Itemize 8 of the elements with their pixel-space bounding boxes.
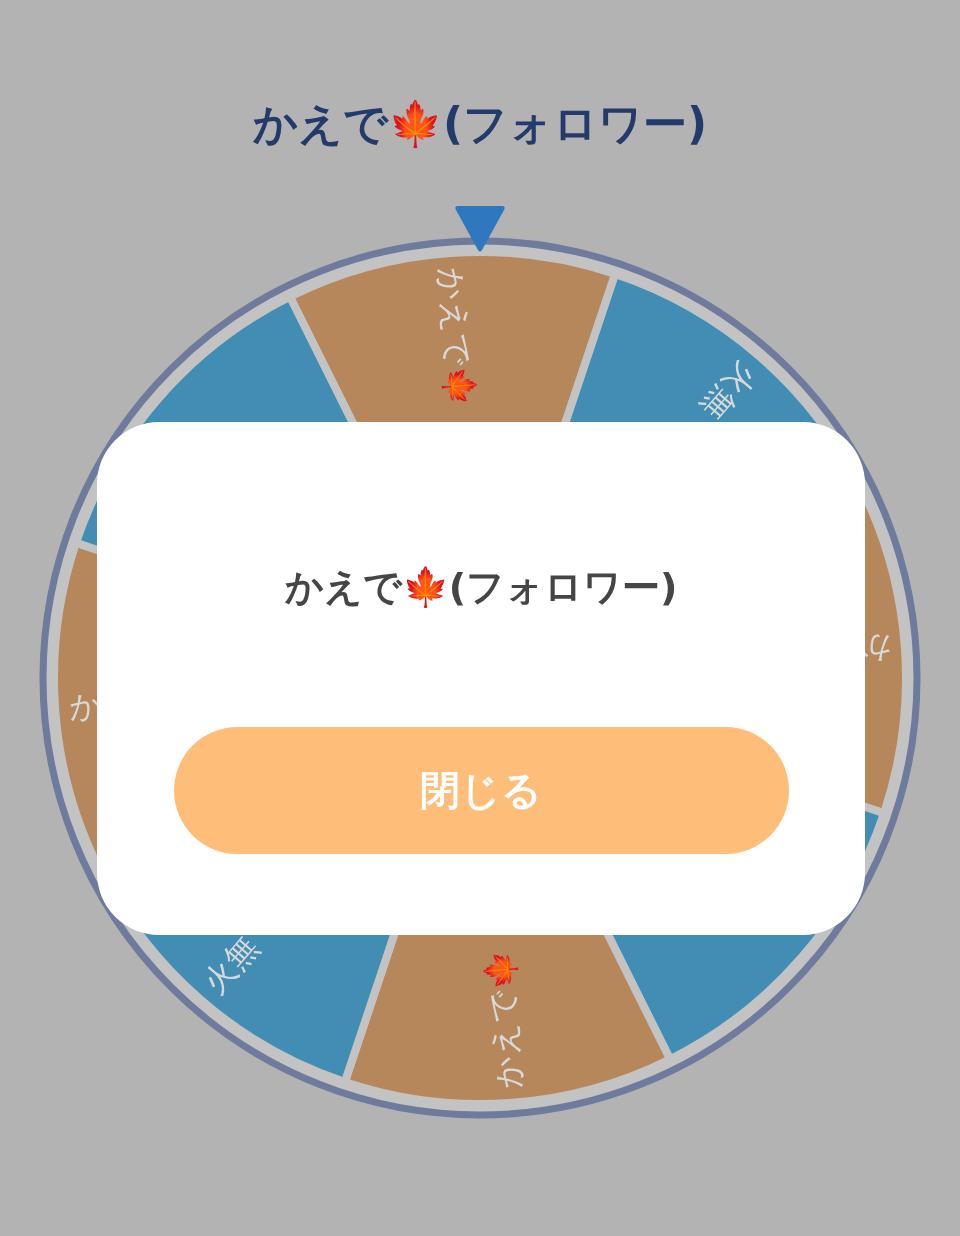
- segment-label: 火無: [693, 354, 765, 428]
- segment-label: かえで🍁: [480, 949, 528, 1091]
- segment-label: 火無: [195, 928, 267, 1002]
- result-title: かえで🍁(フォロワー): [252, 97, 708, 151]
- close-button[interactable]: 閉じる: [173, 727, 789, 854]
- pointer-icon: [455, 206, 505, 252]
- segment-label: かえで🍁: [432, 265, 480, 407]
- result-text: かえで🍁(フォロワー): [284, 564, 678, 611]
